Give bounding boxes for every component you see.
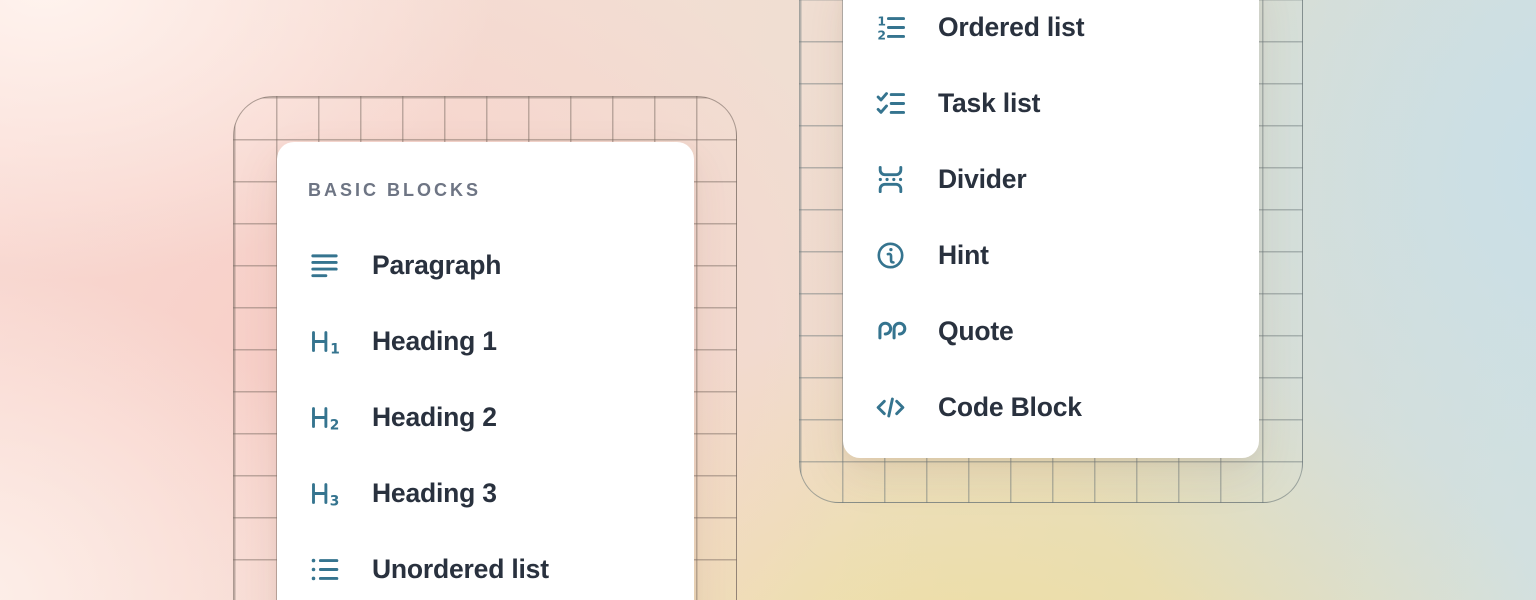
unordered-list-icon (308, 553, 341, 586)
menu-item-label: Heading 1 (372, 326, 497, 357)
menu-item-label: Ordered list (938, 12, 1084, 43)
basic-blocks-menu: BASIC BLOCKS Paragraph Heading 1 Heading… (277, 142, 694, 600)
divider-icon (874, 163, 907, 196)
menu-item-label: Quote (938, 316, 1014, 347)
quote-icon (874, 315, 907, 348)
menu-item-label: Code Block (938, 392, 1082, 423)
menu-item[interactable]: Heading 1 (277, 303, 694, 379)
menu-item-label: Divider (938, 164, 1026, 195)
menu-item[interactable]: Heading 3 (277, 455, 694, 531)
task-list-icon (874, 87, 907, 120)
menu-item[interactable]: Hint (843, 217, 1259, 293)
menu-item[interactable]: Divider (843, 141, 1259, 217)
menu-item[interactable]: Ordered list (843, 0, 1259, 65)
menu-item-label: Hint (938, 240, 989, 271)
background: BASIC BLOCKS Paragraph Heading 1 Heading… (0, 0, 1536, 600)
menu-list-right: Ordered list Task list Divider Hint Quot… (843, 0, 1259, 445)
section-label: BASIC BLOCKS (308, 178, 694, 202)
heading-1-icon (308, 325, 341, 358)
menu-item[interactable]: Paragraph (277, 227, 694, 303)
blocks-menu-right: Ordered list Task list Divider Hint Quot… (843, 0, 1259, 458)
menu-item-label: Task list (938, 88, 1040, 119)
menu-item-label: Unordered list (372, 554, 549, 585)
menu-item-label: Heading 3 (372, 478, 497, 509)
menu-item[interactable]: Task list (843, 65, 1259, 141)
menu-list-left: Paragraph Heading 1 Heading 2 Heading 3 … (277, 227, 694, 600)
heading-3-icon (308, 477, 341, 510)
menu-item[interactable]: Unordered list (277, 531, 694, 600)
menu-item[interactable]: Heading 2 (277, 379, 694, 455)
menu-item-label: Paragraph (372, 250, 501, 281)
heading-2-icon (308, 401, 341, 434)
ordered-list-icon (874, 11, 907, 44)
paragraph-icon (308, 249, 341, 282)
hint-icon (874, 239, 907, 272)
menu-item-label: Heading 2 (372, 402, 497, 433)
code-block-icon (874, 391, 907, 424)
menu-item[interactable]: Quote (843, 293, 1259, 369)
menu-item[interactable]: Code Block (843, 369, 1259, 445)
